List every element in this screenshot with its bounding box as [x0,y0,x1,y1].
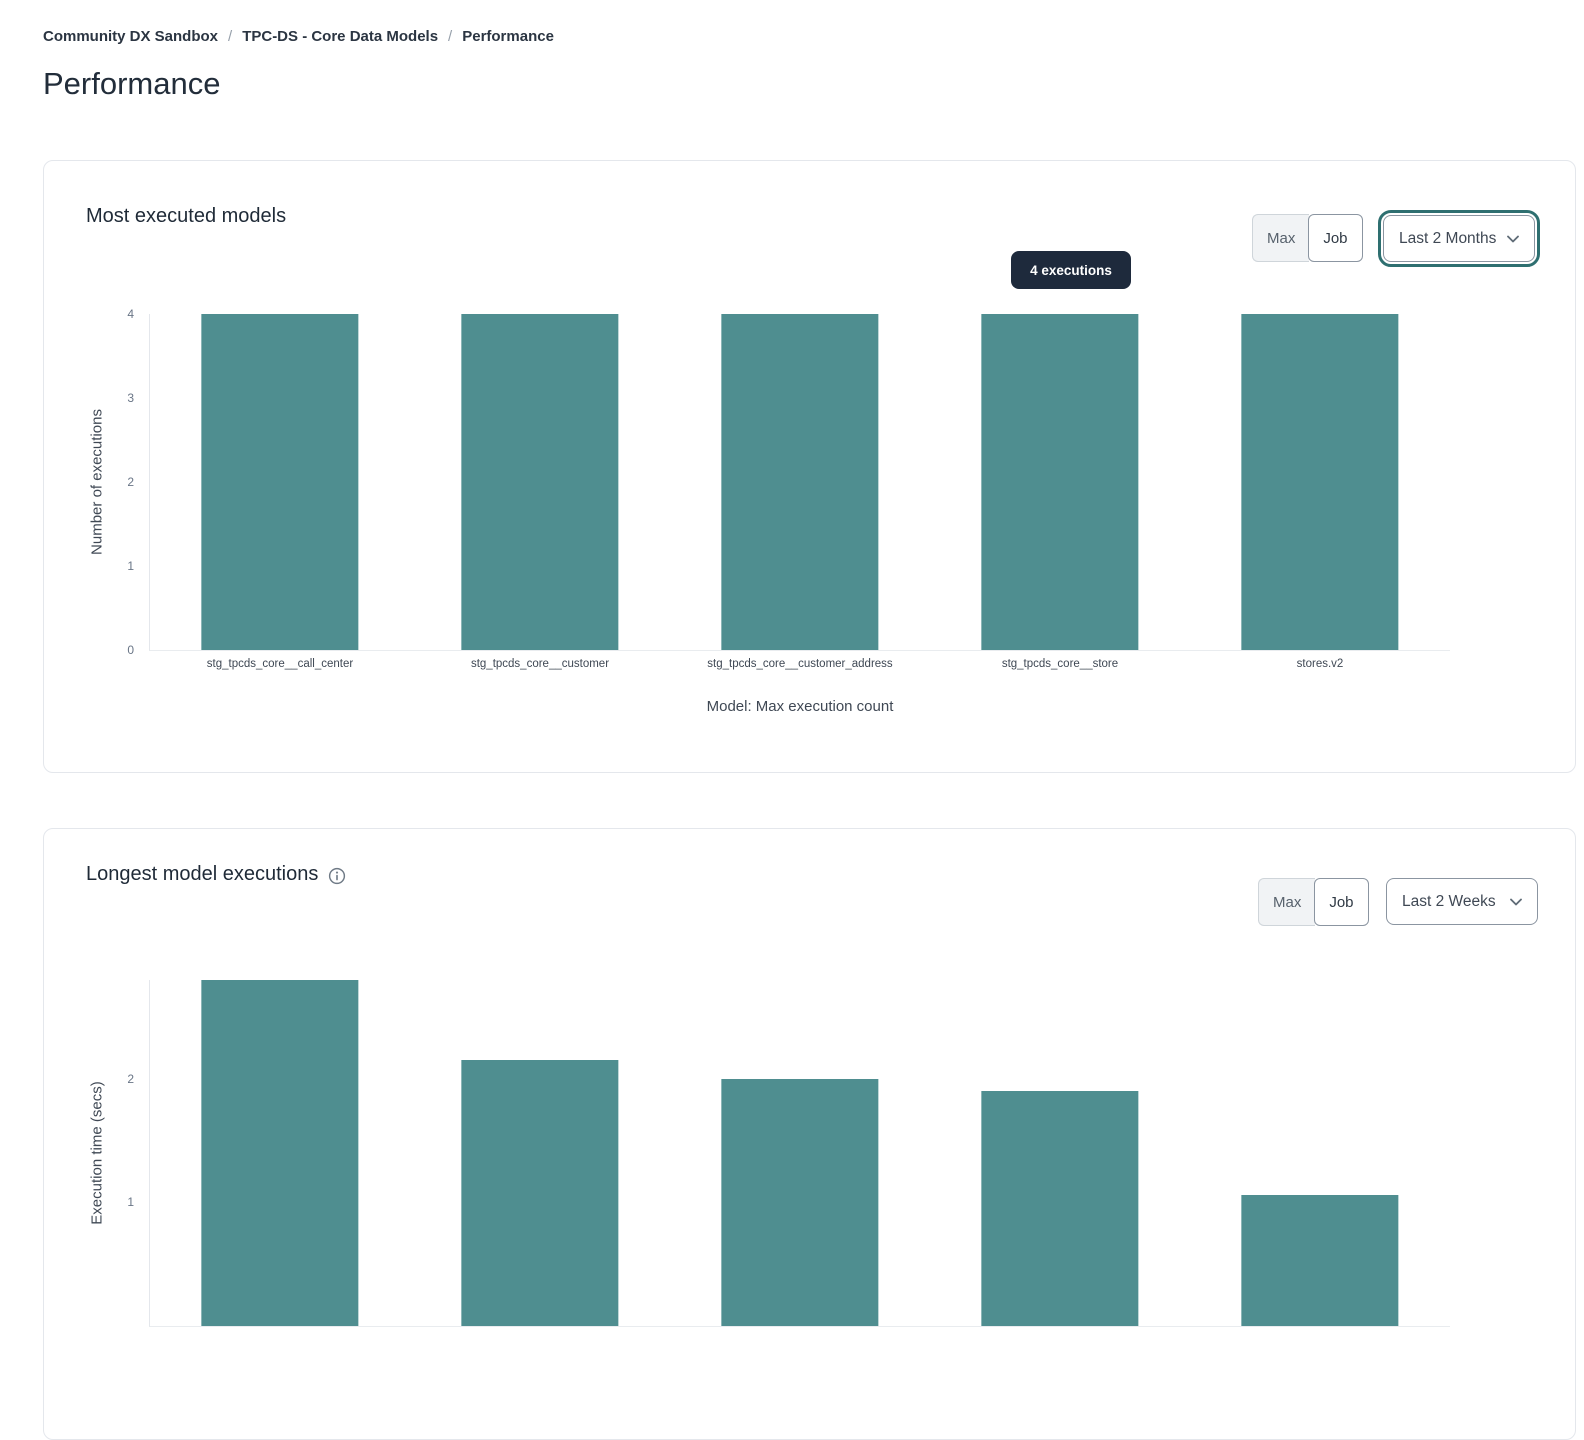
y-tick-label: 1 [127,560,134,572]
y-tick-label: 4 [127,308,134,320]
bar-stg_tpcds_core__store[interactable] [981,314,1138,650]
chart-band [670,314,930,650]
chevron-down-icon [1510,898,1522,906]
page-title: Performance [43,66,220,102]
x-tick-label: stg_tpcds_core__customer_address [670,658,930,670]
y-axis-label: Execution time (secs) [89,1081,106,1224]
plot-area [150,980,1450,1326]
x-axis-ticks: stg_tpcds_core__call_centerstg_tpcds_cor… [150,658,1450,670]
plot-area [150,314,1450,650]
bar-chart-longest-executions: 12 Execution time (secs) [149,980,1450,1327]
chart-tooltip: 4 executions [1011,251,1131,289]
date-range-value: Last 2 Months [1399,230,1496,248]
date-range-value: Last 2 Weeks [1402,893,1496,911]
x-tick-label: stg_tpcds_core__call_center [150,658,410,670]
bar-stg_tpcds_core__customer_address[interactable] [721,314,878,650]
card-title-text: Most executed models [86,205,286,228]
x-tick-label: stg_tpcds_core__store [930,658,1190,670]
chart-band [670,980,930,1326]
x-tick-label: stg_tpcds_core__customer [410,658,670,670]
max-button[interactable]: Max [1252,214,1309,262]
card-most-executed-models: Most executed models Max Job Last 2 Mont… [43,160,1576,773]
y-tick-label: 1 [127,1196,134,1208]
max-job-toggle: Max Job [1258,878,1369,926]
y-tick-label: 3 [127,392,134,404]
bar-col-4[interactable] [981,1091,1138,1326]
breadcrumb-separator: / [228,28,232,45]
y-tick-label: 0 [127,644,134,656]
date-range-select[interactable]: Last 2 Weeks [1386,878,1538,925]
y-axis-ticks: 01234 [102,314,142,650]
max-button[interactable]: Max [1258,878,1315,926]
date-range-select[interactable]: Last 2 Months [1383,215,1535,262]
breadcrumb-item-performance[interactable]: Performance [462,28,554,45]
chevron-down-icon [1507,235,1519,243]
bar-col-5[interactable] [1241,1195,1398,1326]
breadcrumb-item-project[interactable]: Community DX Sandbox [43,28,218,45]
chart-band [930,314,1190,650]
chart-band [410,314,670,650]
chart-band [930,980,1190,1326]
card-title-text: Longest model executions [86,863,318,886]
x-axis-label: Model: Max execution count [150,698,1450,715]
card-longest-model-executions: Longest model executions Max Job Last 2 … [43,828,1576,1440]
bar-stores.v2[interactable] [1241,314,1398,650]
card-title: Longest model executions [86,863,346,886]
bar-stg_tpcds_core__call_center[interactable] [201,314,358,650]
job-button[interactable]: Job [1308,214,1362,262]
y-tick-label: 2 [127,1073,134,1085]
chart-band [410,980,670,1326]
breadcrumb-separator: / [448,28,452,45]
bar-col-2[interactable] [461,1060,618,1326]
y-axis-ticks: 12 [102,980,142,1326]
breadcrumb: Community DX Sandbox / TPC-DS - Core Dat… [43,28,554,45]
chart-band [150,980,410,1326]
y-tick-label: 2 [127,476,134,488]
breadcrumb-item-models[interactable]: TPC-DS - Core Data Models [242,28,438,45]
chart-band [1190,314,1450,650]
chart-band [1190,980,1450,1326]
bar-stg_tpcds_core__customer[interactable] [461,314,618,650]
chart-band [150,314,410,650]
bar-col-3[interactable] [721,1079,878,1326]
x-tick-label: stores.v2 [1190,658,1450,670]
bar-col-1[interactable] [201,980,358,1326]
job-button[interactable]: Job [1314,878,1368,926]
card-title: Most executed models [86,205,286,228]
bar-chart-most-executed: 01234 Number of executions stg_tpcds_cor… [149,314,1450,651]
max-job-toggle: Max Job [1252,214,1363,262]
info-icon[interactable] [328,867,346,885]
y-axis-label: Number of executions [89,409,106,555]
